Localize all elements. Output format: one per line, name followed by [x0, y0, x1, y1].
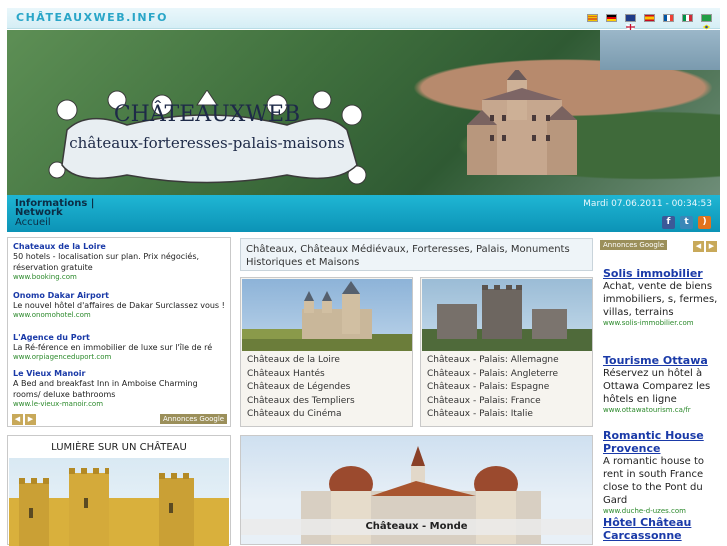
- ad-url[interactable]: www.booking.com: [13, 273, 227, 281]
- prev-arrow-icon[interactable]: ◀: [693, 241, 704, 252]
- header-banner: CHÂTEAUXWEB châteaux-forteresses-palais-…: [7, 30, 720, 195]
- ad-item[interactable]: Romantic House Provence A romantic house…: [603, 429, 719, 515]
- top-bar: CHÂTEAUXWEB.INFO: [7, 8, 720, 31]
- ad-description: A Bed and breakfast Inn in Amboise Charm…: [13, 379, 198, 399]
- ad-description: Achat, vente de biens immobiliers, s, fe…: [603, 281, 718, 318]
- list-item[interactable]: Châteaux de Légendes: [247, 381, 355, 395]
- ads-left: Chateaux de la Loire 50 hotels - localis…: [7, 237, 231, 427]
- ad-item[interactable]: Le Vieux Manoir A Bed and breakfast Inn …: [13, 369, 227, 408]
- ad-url[interactable]: www.duche-d-uzes.com: [603, 507, 719, 515]
- rss-icon[interactable]: ): [698, 216, 711, 229]
- site-name[interactable]: CHÂTEAUXWEB.INFO: [16, 11, 168, 24]
- next-arrow-icon[interactable]: ▶: [25, 414, 36, 425]
- castle-illustration: [467, 70, 577, 175]
- ad-url[interactable]: www.ottawatourism.ca/fr: [603, 406, 719, 414]
- list-item[interactable]: Châteaux - Palais: Espagne: [427, 381, 559, 395]
- ad-title[interactable]: Chateaux de la Loire: [13, 242, 227, 251]
- ad-description: 50 hotels - localisation sur plan. Prix …: [13, 252, 200, 272]
- alcazar-photo[interactable]: [242, 279, 412, 351]
- ad-item[interactable]: L'Agence du Port La Ré-férence en immobi…: [13, 333, 227, 361]
- ad-description: Le nouvel hôtel d'affaires de Dakar Surc…: [13, 301, 225, 310]
- ad-title[interactable]: L'Agence du Port: [13, 333, 227, 342]
- portuguese-flag-icon[interactable]: [701, 14, 712, 30]
- french-flag-icon[interactable]: [663, 14, 674, 22]
- ad-url[interactable]: www.orpiagenceduport.com: [13, 353, 227, 361]
- monde-label[interactable]: Châteaux - Monde: [241, 519, 592, 535]
- list-item[interactable]: Châteaux du Cinéma: [247, 408, 355, 422]
- lumiere-castle-photo[interactable]: [9, 458, 229, 546]
- card-chateaux-pays: Châteaux - Palais: Allemagne Châteaux - …: [420, 277, 593, 427]
- banner-sky: [600, 30, 720, 70]
- list-item[interactable]: Châteaux - Palais: Allemagne: [427, 354, 559, 368]
- ad-item[interactable]: Hôtel Château Carcassonne: [603, 516, 719, 542]
- ad-url[interactable]: www.onomohotel.com: [13, 311, 227, 319]
- ad-title[interactable]: Onomo Dakar Airport: [13, 291, 227, 300]
- italian-flag-icon[interactable]: [682, 14, 693, 22]
- list-item[interactable]: Châteaux de la Loire: [247, 354, 355, 368]
- twitter-icon[interactable]: t: [680, 216, 693, 229]
- prev-arrow-icon[interactable]: ◀: [12, 414, 23, 425]
- lumiere-title: LUMIÈRE SUR UN CHÂTEAU: [51, 442, 187, 453]
- list-item[interactable]: Châteaux Hantés: [247, 368, 355, 382]
- nav-accueil[interactable]: Accueil: [15, 217, 51, 228]
- ad-url[interactable]: www.solis-immobilier.com: [603, 319, 719, 327]
- center-title: Châteaux, Châteaux Médiévaux, Forteresse…: [246, 244, 570, 268]
- ad-title[interactable]: Romantic House Provence: [603, 429, 719, 455]
- catalan-flag-icon[interactable]: [587, 14, 598, 22]
- ad-item[interactable]: Solis immobilier Achat, vente de biens i…: [603, 267, 719, 327]
- ad-item[interactable]: Tourisme Ottawa Réservez un hôtel à Otta…: [603, 354, 719, 414]
- center-header: Châteaux, Châteaux Médiévaux, Forteresse…: [240, 238, 593, 271]
- ad-item[interactable]: Chateaux de la Loire 50 hotels - localis…: [13, 242, 227, 281]
- nav-bar: Informations | Network Accueil Mardi 07.…: [7, 195, 720, 232]
- country-list: Châteaux - Palais: Allemagne Châteaux - …: [427, 354, 559, 422]
- fortress-photo[interactable]: [422, 279, 592, 351]
- ads-right: Annonces Google ◀ ▶ Solis immobilier Ach…: [599, 238, 720, 545]
- ad-item[interactable]: Onomo Dakar Airport Le nouvel hôtel d'af…: [13, 291, 227, 319]
- date-time: Mardi 07.06.2011 - 00:34:53: [583, 199, 712, 209]
- facebook-icon[interactable]: f: [662, 216, 675, 229]
- list-item[interactable]: Châteaux - Palais: Italie: [427, 408, 559, 422]
- spanish-flag-icon[interactable]: [644, 14, 655, 22]
- list-item[interactable]: Châteaux - Palais: Angleterre: [427, 368, 559, 382]
- list-item[interactable]: Châteaux - Palais: France: [427, 395, 559, 409]
- banner-title: CHÂTEAUXWEB: [113, 102, 301, 127]
- ads-by-google[interactable]: Annonces Google: [160, 414, 228, 424]
- ad-title[interactable]: Hôtel Château Carcassonne: [603, 516, 719, 542]
- ad-description: A romantic house to rent in south France…: [603, 456, 704, 506]
- lumiere-box: LUMIÈRE SUR UN CHÂTEAU: [7, 435, 231, 546]
- ad-title[interactable]: Solis immobilier: [603, 267, 719, 280]
- ad-title[interactable]: Le Vieux Manoir: [13, 369, 227, 378]
- english-flag-icon[interactable]: [625, 14, 636, 31]
- list-item[interactable]: Châteaux des Templiers: [247, 395, 355, 409]
- ad-description: Réservez un hôtel à Ottawa Comparez les …: [603, 368, 711, 405]
- banner-subtitle: châteaux-forteresses-palais-maisons: [69, 134, 345, 152]
- theme-list: Châteaux de la Loire Châteaux Hantés Châ…: [247, 354, 355, 422]
- ad-url[interactable]: www.le-vieux-manoir.com: [13, 400, 227, 408]
- card-chateaux-themes: Châteaux de la Loire Châteaux Hantés Châ…: [240, 277, 413, 427]
- next-arrow-icon[interactable]: ▶: [706, 241, 717, 252]
- ad-description: La Ré-férence en immobilier de luxe sur …: [13, 343, 213, 352]
- card-chateaux-monde[interactable]: Châteaux - Monde: [240, 435, 593, 545]
- german-flag-icon[interactable]: [606, 14, 617, 22]
- ads-by-google[interactable]: Annonces Google: [600, 240, 668, 250]
- ad-title[interactable]: Tourisme Ottawa: [603, 354, 719, 367]
